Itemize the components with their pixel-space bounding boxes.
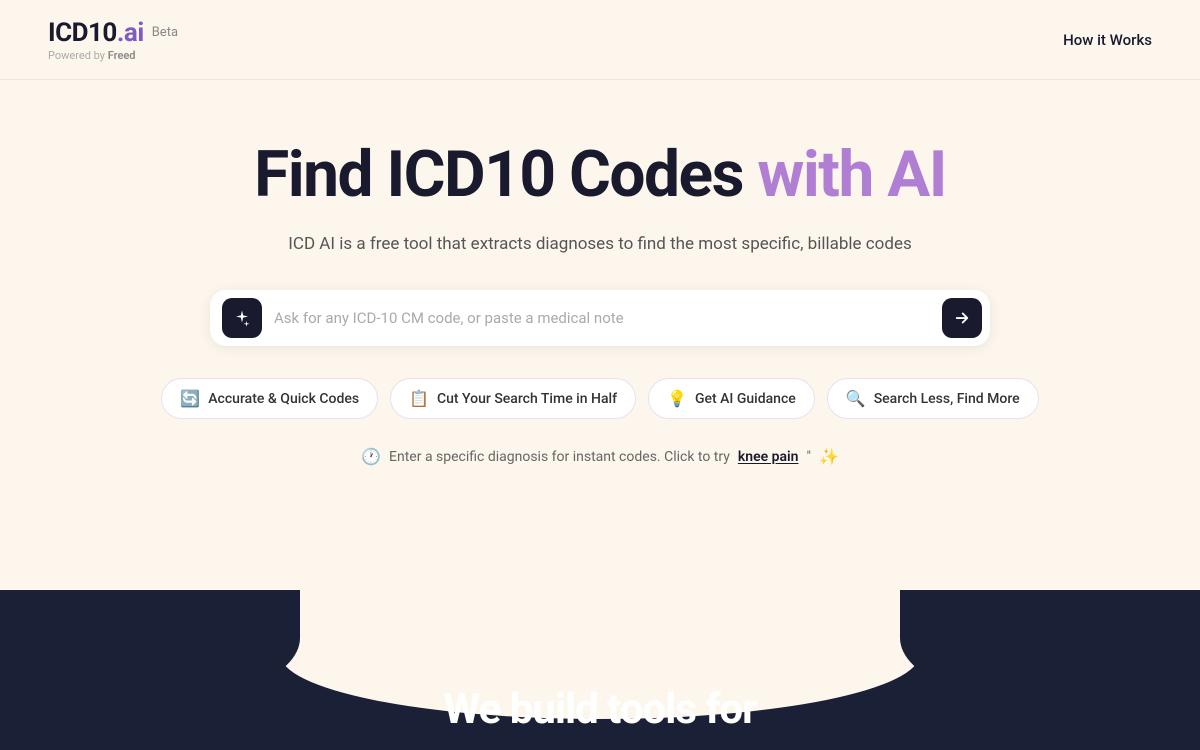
logo-ai-suffix: .ai [117, 18, 144, 48]
hero-subtitle: ICD AI is a free tool that extracts diag… [288, 234, 912, 254]
arrow-right-icon [953, 309, 971, 327]
logo-area: ICD10.ai Beta Powered by Freed [48, 18, 178, 62]
hero-title-highlight: with AI [757, 137, 946, 212]
main-nav: How it Works [1063, 30, 1152, 49]
pill-label-search-time: Cut Your Search Time in Half [437, 391, 617, 407]
hero-section: Find ICD10 Codes with AI ICD AI is a fre… [0, 80, 1200, 590]
pill-icon-guidance: 💡 [667, 389, 687, 408]
bottom-dark-section: We build tools for [0, 590, 1200, 750]
hero-title: Find ICD10 Codes with AI [254, 140, 946, 210]
logo-freed: Freed [108, 49, 136, 62]
how-it-works-link[interactable]: How it Works [1063, 31, 1152, 49]
hint-text: Enter a specific diagnosis for instant c… [389, 449, 730, 465]
ai-sparkle-icon [233, 309, 251, 327]
bottom-section-text: We build tools for [443, 685, 756, 734]
pill-icon-search-less: 🔍 [846, 389, 866, 408]
search-input[interactable] [274, 309, 942, 327]
hint-line: 🕐 Enter a specific diagnosis for instant… [361, 447, 839, 466]
pill-label-search-less: Search Less, Find More [874, 391, 1020, 407]
search-submit-button[interactable] [942, 298, 982, 338]
logo-text: ICD10.ai [48, 18, 144, 48]
pill-ai-guidance[interactable]: 💡 Get AI Guidance [648, 378, 815, 419]
blob-right [900, 590, 1200, 710]
logo-powered-by: Powered by Freed [48, 49, 178, 62]
pill-search-time[interactable]: 📋 Cut Your Search Time in Half [390, 378, 636, 419]
hint-knee-pain-link[interactable]: knee pain [738, 449, 799, 465]
pill-accurate[interactable]: 🔄 Accurate & Quick Codes [161, 378, 378, 419]
pill-icon-search-time: 📋 [409, 389, 429, 408]
ai-icon-box [222, 298, 262, 338]
logo-main: ICD10.ai Beta [48, 18, 178, 48]
pill-label-guidance: Get AI Guidance [695, 391, 796, 407]
search-bar [210, 290, 990, 346]
hint-clock-icon: 🕐 [361, 447, 381, 466]
pill-icon-accurate: 🔄 [180, 389, 200, 408]
feature-pills-row: 🔄 Accurate & Quick Codes 📋 Cut Your Sear… [161, 378, 1038, 419]
site-header: ICD10.ai Beta Powered by Freed How it Wo… [0, 0, 1200, 80]
pill-label-accurate: Accurate & Quick Codes [208, 391, 359, 407]
logo-beta-label: Beta [152, 25, 178, 40]
pill-search-less[interactable]: 🔍 Search Less, Find More [827, 378, 1039, 419]
hero-title-part1: Find ICD10 Codes [254, 137, 743, 212]
hint-quote-close: " [806, 449, 810, 465]
sparkle-icon: ✨ [819, 447, 839, 466]
blob-left [0, 590, 300, 710]
